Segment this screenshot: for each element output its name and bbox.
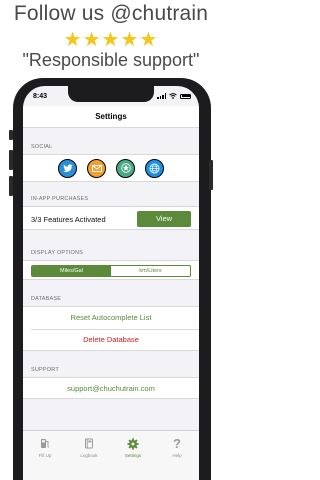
tab-logbook[interactable]: Logbook — [67, 431, 111, 480]
globe-icon — [149, 163, 160, 173]
twitter-icon — [62, 163, 73, 172]
support-cell: support@chuchutrain.com — [23, 377, 199, 399]
support-email-link[interactable]: support@chuchutrain.com — [23, 378, 199, 400]
units-option-km[interactable]: km/Liters — [111, 266, 190, 276]
tab-label: Fill Up — [38, 453, 52, 458]
tab-fill-up[interactable]: Fill Up — [23, 431, 67, 480]
phone-volume-down — [9, 176, 13, 196]
database-cell: Reset Autocomplete List Delete Database — [23, 306, 199, 351]
social-cell — [23, 154, 199, 182]
tab-label: Help — [172, 453, 182, 458]
nav-bar: Settings — [23, 106, 199, 128]
iap-header: IN-APP PURCHASES — [31, 196, 89, 202]
fuel-pump-icon — [40, 437, 50, 450]
social-header: SOCIAL — [31, 144, 53, 150]
phone-volume-up — [9, 150, 13, 170]
battery-icon — [180, 93, 191, 99]
reset-autocomplete-button[interactable]: Reset Autocomplete List — [23, 307, 199, 329]
units-segmented-control: Miles/Gal km/Liters — [31, 265, 191, 277]
tab-bar: Fill Up Logbook Settings ? Help — [23, 430, 199, 480]
iap-cell: 3/3 Features Activated View — [23, 206, 199, 230]
star-icon — [120, 163, 131, 173]
database-header: DATABASE — [31, 296, 62, 302]
features-status: 3/3 Features Activated — [31, 215, 106, 224]
status-time: 8:43 — [33, 93, 48, 100]
tab-help[interactable]: ? Help — [155, 431, 199, 480]
tab-label: Settings — [124, 453, 142, 458]
rate-app-button[interactable] — [116, 158, 135, 178]
gear-icon — [127, 437, 139, 450]
question-icon: ? — [173, 436, 181, 451]
wifi-icon — [169, 93, 177, 99]
display-options-header: DISPLAY OPTIONS — [31, 250, 84, 256]
signal-icon — [157, 93, 166, 99]
tab-label: Logbook — [80, 453, 98, 458]
phone-power-button — [209, 160, 213, 190]
delete-database-button[interactable]: Delete Database — [23, 329, 199, 351]
mail-icon — [91, 164, 102, 172]
page-title: Settings — [95, 112, 127, 121]
twitter-button[interactable] — [58, 158, 77, 178]
promo-title: Follow us @chutrain — [13, 2, 209, 25]
support-header: SUPPORT — [31, 367, 59, 373]
book-icon — [84, 437, 94, 450]
email-button[interactable] — [87, 158, 106, 178]
status-bar: 8:43 — [23, 90, 199, 104]
rating-stars: ★★★★★ — [63, 29, 159, 51]
display-options-cell: Miles/Gal km/Liters — [23, 260, 199, 280]
view-button[interactable]: View — [137, 211, 191, 227]
phone-side-button — [9, 130, 13, 140]
tab-settings[interactable]: Settings — [111, 431, 155, 480]
website-button[interactable] — [145, 158, 164, 178]
units-option-miles[interactable]: Miles/Gal — [32, 266, 111, 276]
promo-quote: "Responsible support" — [22, 50, 200, 70]
phone-screen: 8:43 Settings SOCIAL IN-APP PURCHASES 3/… — [23, 86, 199, 480]
